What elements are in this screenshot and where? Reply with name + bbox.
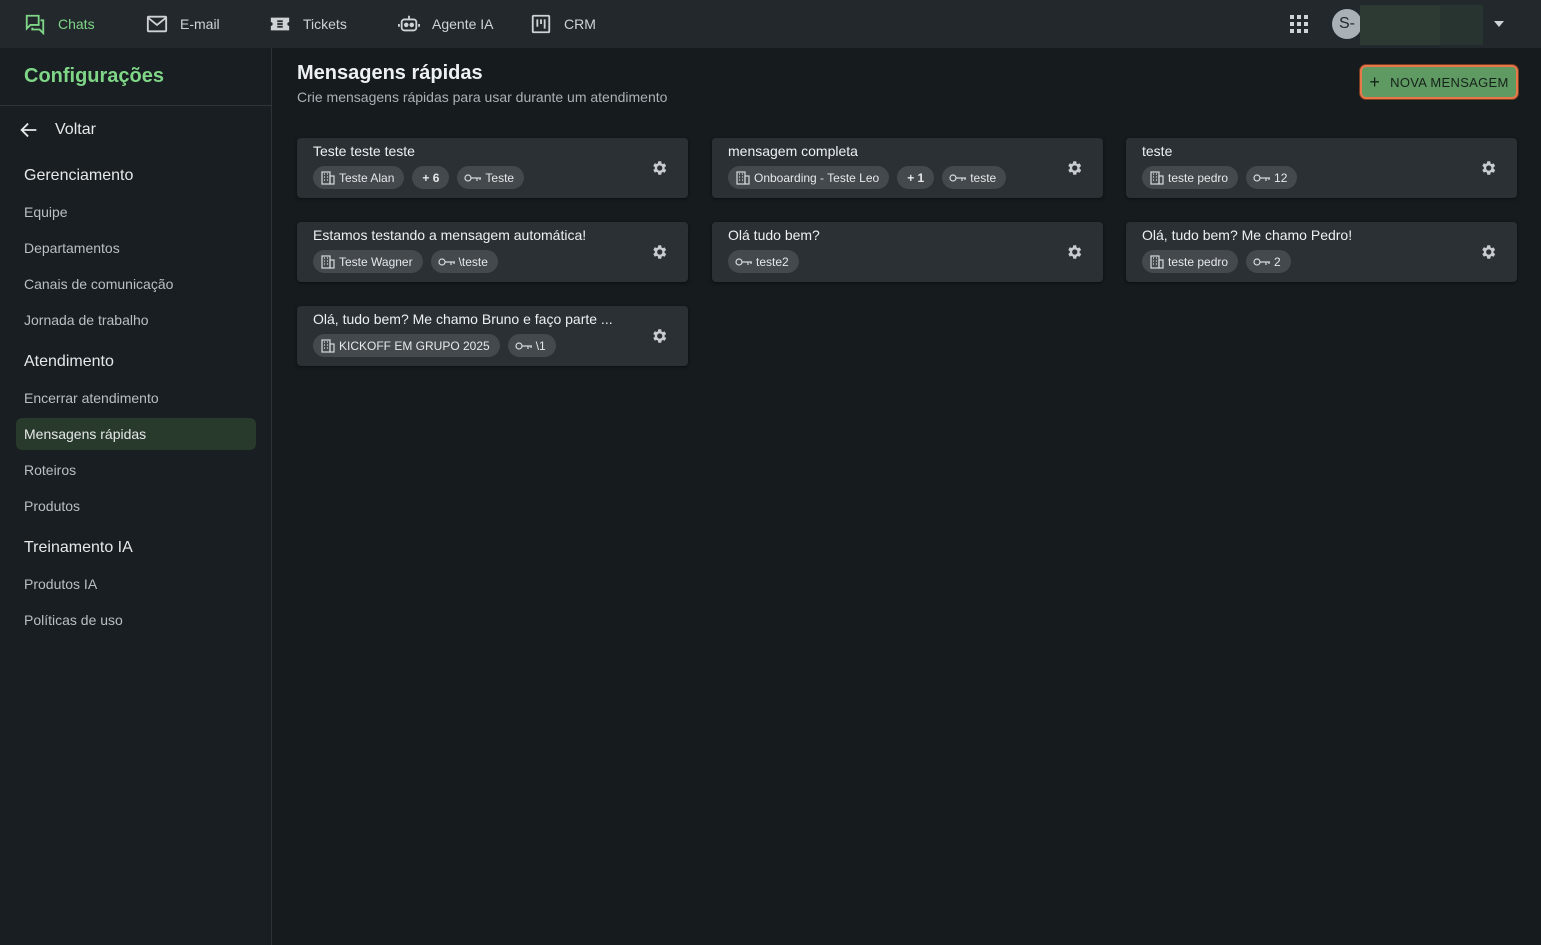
robot-icon — [398, 15, 420, 32]
chats-icon — [25, 14, 45, 35]
settings-sidebar: Configurações Voltar Gerenciamento Equip… — [0, 48, 272, 945]
building-icon — [736, 170, 750, 185]
key-icon — [1253, 257, 1271, 266]
key-icon — [515, 341, 532, 350]
nav-email[interactable]: E-mail — [146, 0, 220, 48]
section-atendimento: Atendimento — [24, 353, 114, 370]
arrow-left-icon — [20, 122, 37, 138]
gear-icon[interactable] — [1065, 159, 1083, 177]
plus-icon: + — [1369, 72, 1381, 92]
card-title: Olá tudo bem? — [728, 227, 820, 243]
gear-icon[interactable] — [650, 159, 668, 177]
crm-icon — [531, 14, 551, 34]
card-title: mensagem completa — [728, 143, 858, 159]
gear-icon[interactable] — [650, 327, 668, 345]
nav-agente-ia[interactable]: Agente IA — [398, 0, 494, 48]
shortcut-chip: teste — [942, 166, 1007, 189]
sidebar-item-encerrar[interactable]: Encerrar atendimento — [16, 382, 256, 414]
new-message-button[interactable]: + NOVA MENSAGEM — [1360, 65, 1518, 99]
card-title: Estamos testando a mensagem automática! — [313, 227, 587, 243]
back-button[interactable]: Voltar — [18, 118, 96, 142]
card-title: Olá, tudo bem? Me chamo Bruno e faço par… — [313, 311, 613, 327]
card-title: Olá, tudo bem? Me chamo Pedro! — [1142, 227, 1353, 243]
building-icon — [321, 338, 335, 353]
tickets-icon — [270, 17, 290, 31]
building-icon — [321, 254, 335, 269]
more-departments-chip: + 6 — [412, 166, 450, 189]
key-icon — [949, 173, 967, 182]
sidebar-item-politicas[interactable]: Políticas de uso — [16, 604, 256, 636]
top-navigation-bar: Chats E-mail Tickets Agente IA CRM S- — [0, 0, 1541, 48]
chevron-down-icon[interactable] — [1493, 20, 1505, 28]
sidebar-divider — [0, 105, 272, 106]
key-icon — [464, 173, 482, 182]
nav-tickets-label: Tickets — [303, 16, 347, 32]
sidebar-item-produtos-ia[interactable]: Produtos IA — [16, 568, 256, 600]
nav-chats-label: Chats — [58, 16, 95, 32]
avatar[interactable]: S- — [1332, 9, 1362, 39]
key-icon — [735, 257, 752, 266]
department-chip: Teste Alan — [313, 166, 405, 189]
sidebar-item-jornada[interactable]: Jornada de trabalho — [16, 304, 256, 336]
department-chip: teste pedro — [1142, 166, 1239, 189]
department-chip: Teste Wagner — [313, 250, 423, 273]
department-chip: KICKOFF EM GRUPO 2025 — [313, 334, 500, 357]
gear-icon[interactable] — [1479, 159, 1497, 177]
apps-grid-icon[interactable] — [1289, 14, 1309, 34]
section-gerenciamento: Gerenciamento — [24, 167, 134, 184]
shortcut-chip: Teste — [457, 166, 525, 189]
quick-message-card[interactable]: Teste teste teste Teste Alan + 6 Teste — [297, 138, 688, 198]
key-icon — [437, 257, 455, 266]
sidebar-item-mensagens-rapidas[interactable]: Mensagens rápidas — [16, 418, 256, 450]
email-icon — [146, 15, 168, 33]
quick-message-card[interactable]: Olá, tudo bem? Me chamo Pedro! teste ped… — [1126, 222, 1517, 282]
department-chip: teste pedro — [1142, 250, 1239, 273]
nav-email-label: E-mail — [180, 16, 220, 32]
main-content: Mensagens rápidas Crie mensagens rápidas… — [273, 48, 1541, 945]
gear-icon[interactable] — [1479, 243, 1497, 261]
shortcut-chip: 12 — [1246, 166, 1298, 189]
quick-message-card[interactable]: Estamos testando a mensagem automática! … — [297, 222, 688, 282]
card-title: Teste teste teste — [313, 143, 415, 159]
gear-icon[interactable] — [1065, 243, 1083, 261]
page-subtitle: Crie mensagens rápidas para usar durante… — [297, 89, 668, 105]
user-info-redacted — [1440, 5, 1483, 45]
nav-agente-ia-label: Agente IA — [432, 16, 494, 32]
page-title: Mensagens rápidas — [297, 62, 483, 84]
sidebar-item-produtos[interactable]: Produtos — [16, 490, 256, 522]
quick-message-card[interactable]: Olá tudo bem? teste2 — [712, 222, 1103, 282]
building-icon — [1150, 170, 1164, 185]
card-title: teste — [1142, 143, 1173, 159]
more-departments-chip: + 1 — [897, 166, 935, 189]
sidebar-item-departamentos[interactable]: Departamentos — [16, 232, 256, 264]
department-chip: Onboarding - Teste Leo — [728, 166, 890, 189]
shortcut-chip: \teste — [430, 250, 498, 273]
nav-chats[interactable]: Chats — [24, 0, 95, 48]
key-icon — [1253, 173, 1271, 182]
shortcut-chip: teste2 — [728, 250, 799, 273]
section-treinamento-ia: Treinamento IA — [24, 539, 133, 556]
nav-crm-label: CRM — [564, 16, 596, 32]
sidebar-item-canais[interactable]: Canais de comunicação — [16, 268, 256, 300]
nav-crm[interactable]: CRM — [530, 0, 596, 48]
building-icon — [321, 170, 335, 185]
quick-message-card[interactable]: mensagem completa Onboarding - Teste Leo… — [712, 138, 1103, 198]
sidebar-title: Configurações — [24, 65, 165, 87]
building-icon — [1150, 254, 1164, 269]
quick-message-card[interactable]: teste teste pedro 12 — [1126, 138, 1517, 198]
new-message-label: NOVA MENSAGEM — [1390, 74, 1509, 90]
shortcut-chip: 2 — [1246, 250, 1291, 273]
sidebar-item-roteiros[interactable]: Roteiros — [16, 454, 256, 486]
nav-tickets[interactable]: Tickets — [269, 0, 347, 48]
back-label: Voltar — [55, 121, 96, 138]
gear-icon[interactable] — [650, 243, 668, 261]
quick-message-card[interactable]: Olá, tudo bem? Me chamo Bruno e faço par… — [297, 306, 688, 366]
shortcut-chip: \1 — [507, 334, 556, 357]
sidebar-item-equipe[interactable]: Equipe — [16, 196, 256, 228]
user-name-redacted — [1360, 5, 1440, 45]
